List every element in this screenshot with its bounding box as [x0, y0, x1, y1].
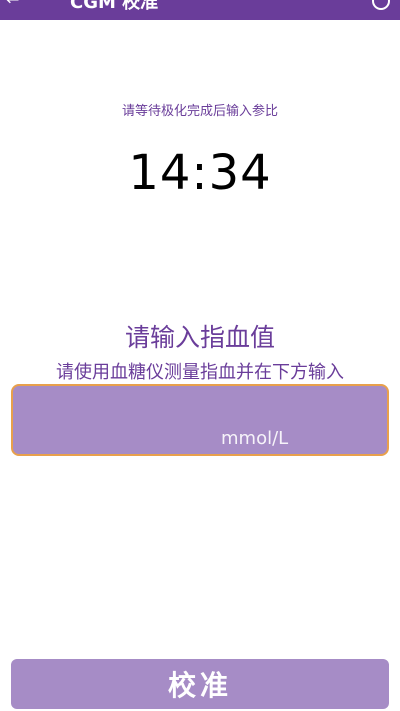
- countdown-timer: 14:34: [128, 145, 272, 201]
- glucose-input-field[interactable]: mmol/L: [11, 384, 389, 456]
- page-title: CGM 校准: [70, 0, 159, 13]
- input-subheading: 请使用血糖仪测量指血并在下方输入: [56, 362, 344, 383]
- calibrate-button[interactable]: 校准: [11, 659, 389, 709]
- back-arrow-icon[interactable]: ←: [6, 0, 22, 8]
- input-heading: 请输入指血值: [124, 323, 275, 352]
- calibration-screen: ← CGM 校准 请等待极化完成后输入参比 14:34 请输入指血值 请使用血糖…: [0, 0, 400, 711]
- top-bar: ← CGM 校准: [0, 0, 400, 20]
- unit-label: mmol/L: [221, 428, 289, 449]
- wait-message: 请等待极化完成后输入参比: [121, 104, 278, 119]
- info-icon[interactable]: [372, 0, 390, 10]
